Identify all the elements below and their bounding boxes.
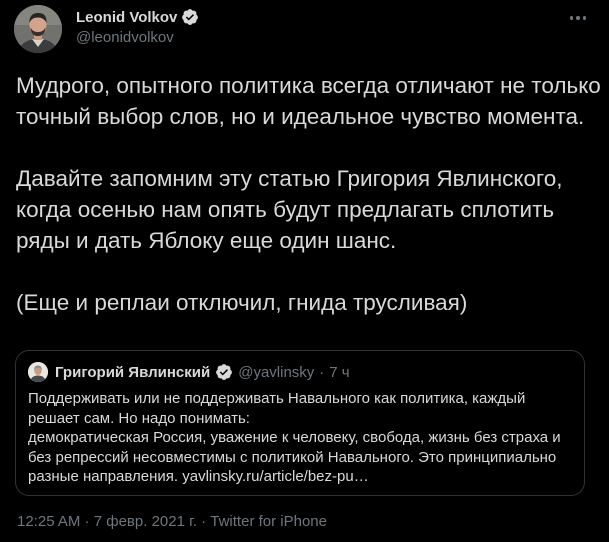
quoted-author-avatar [28,362,48,382]
quoted-text-line: решает сам. Но надо понимать: [28,409,250,427]
quoted-separator: · [319,363,325,381]
tweet-text: Мудрого, опытного политика всегда отлича… [16,70,601,318]
verified-badge-icon [215,363,233,381]
meta-separator: · [196,513,211,530]
quoted-tweet[interactable]: Григорий Явлинский @yavlinsky · 7 ч Подд… [15,350,585,496]
quoted-tweet-header: Григорий Явлинский @yavlinsky · 7 ч [28,362,350,382]
quoted-text-line: Поддерживать или не поддерживать Навальн… [28,390,526,407]
quoted-author-handle: @yavlinsky [238,363,315,381]
quoted-author-name: Григорий Явлинский [55,363,211,381]
tweet-meta: 12:25 AM · 7 февр. 2021 г. · Twitter for… [17,513,327,530]
tweet-date[interactable]: 7 февр. 2021 г. [94,513,197,530]
tweet-paragraph: Давайте запомним эту статью Григория Явл… [16,166,563,253]
tweet-paragraph: Мудрого, опытного политика всегда отлича… [16,73,601,129]
tweet-card: Leonid Volkov @leonidvolkov Мудрого, опы… [0,0,609,542]
ellipsis-icon[interactable] [565,8,591,28]
author-avatar-image [14,5,62,53]
tweet-source[interactable]: Twitter for iPhone [210,513,327,530]
author-avatar[interactable] [14,5,62,53]
author-handle[interactable]: @leonidvolkov [76,29,174,46]
author-name[interactable]: Leonid Volkov [76,9,177,26]
verified-badge-icon [181,8,199,26]
author-name-row: Leonid Volkov [76,8,199,26]
quoted-tweet-text: Поддерживать или не поддерживать Навальн… [28,389,576,487]
quoted-text-line: без репрессий несовместимы с политикой Н… [28,448,557,466]
quoted-text-line: разные направления. yavlinsky.ru/article… [28,468,369,485]
tweet-time[interactable]: 12:25 AM [17,513,80,530]
meta-separator: · [80,513,94,530]
quoted-text-line: демократическая Россия, уважение к челов… [28,429,561,446]
tweet-paragraph: (Еще и реплаи отключил, гнида трусливая) [16,290,468,315]
quoted-timestamp: 7 ч [329,363,350,381]
